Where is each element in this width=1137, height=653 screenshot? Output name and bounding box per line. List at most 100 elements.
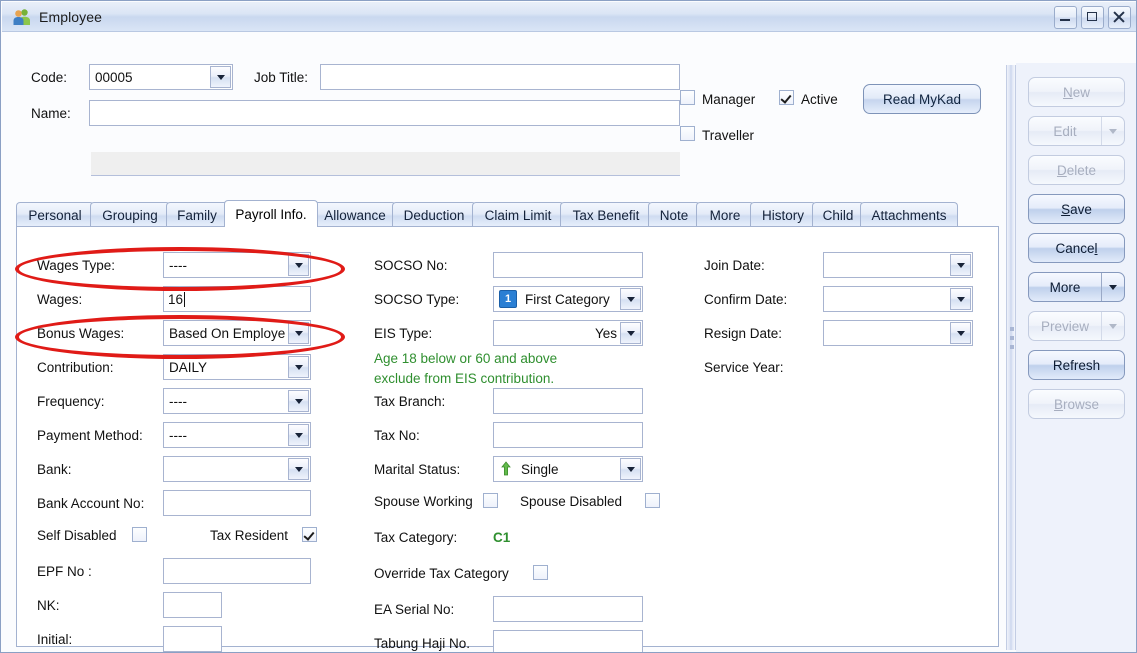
chevron-down-icon[interactable]: [288, 458, 309, 480]
preview-button[interactable]: Preview: [1028, 311, 1125, 341]
tax-resident-checkbox[interactable]: [302, 527, 317, 542]
chevron-down-icon[interactable]: [210, 66, 231, 88]
chevron-down-icon[interactable]: [288, 424, 309, 446]
new-button[interactable]: New: [1028, 77, 1125, 107]
contribution-value: DAILY: [169, 360, 288, 375]
wages-input[interactable]: 16: [163, 286, 311, 312]
tab-allowance[interactable]: Allowance: [314, 202, 396, 227]
active-label: Active: [801, 92, 838, 107]
wages-type-combo[interactable]: ----: [163, 252, 311, 278]
traveller-label: Traveller: [702, 128, 754, 143]
initial-label: Initial:: [37, 632, 72, 647]
tab-deduction[interactable]: Deduction: [392, 202, 476, 227]
contribution-combo[interactable]: DAILY: [163, 354, 311, 380]
frequency-label: Frequency:: [37, 394, 105, 409]
marital-status-combo[interactable]: Single: [493, 456, 643, 482]
chevron-down-icon[interactable]: [620, 322, 641, 344]
initial-input[interactable]: [163, 626, 222, 652]
self-disabled-checkbox[interactable]: [132, 527, 147, 542]
tab-attachments[interactable]: Attachments: [860, 202, 958, 227]
active-checkbox[interactable]: [779, 90, 794, 105]
manager-checkbox[interactable]: [680, 90, 695, 105]
wages-type-label: Wages Type:: [37, 258, 115, 273]
ea-serial-input[interactable]: [493, 596, 643, 622]
payment-method-combo[interactable]: ----: [163, 422, 311, 448]
refresh-button[interactable]: Refresh: [1028, 350, 1125, 380]
job-title-input[interactable]: [320, 64, 680, 90]
eis-type-value: Yes: [499, 326, 620, 341]
tab-more[interactable]: More: [696, 202, 754, 227]
edit-button-label: Edit: [1029, 117, 1101, 145]
window-content: Code: 00005 Job Title: Name: Manager Act…: [2, 32, 1137, 653]
tax-no-label: Tax No:: [374, 428, 420, 443]
resign-date-picker[interactable]: [823, 320, 973, 346]
override-tax-category-checkbox[interactable]: [533, 565, 548, 580]
tabung-haji-input[interactable]: [493, 630, 643, 653]
close-icon[interactable]: [1108, 6, 1131, 29]
chevron-down-icon[interactable]: [1101, 117, 1124, 145]
edit-button[interactable]: Edit: [1028, 116, 1125, 146]
code-combo[interactable]: 00005: [89, 64, 233, 90]
confirm-date-picker[interactable]: [823, 286, 973, 312]
read-mykad-button[interactable]: Read MyKad: [863, 84, 981, 114]
spouse-working-checkbox[interactable]: [483, 493, 498, 508]
confirm-date-label: Confirm Date:: [704, 292, 787, 307]
tab-note[interactable]: Note: [648, 202, 700, 227]
wages-value: 16: [168, 292, 183, 307]
chevron-down-icon[interactable]: [1101, 312, 1124, 340]
cancel-button[interactable]: Cancel: [1028, 233, 1125, 263]
eis-type-combo[interactable]: Yes: [493, 320, 643, 346]
chevron-down-icon[interactable]: [950, 322, 971, 344]
chevron-down-icon[interactable]: [1101, 273, 1124, 301]
payment-method-label: Payment Method:: [37, 428, 143, 443]
chevron-down-icon[interactable]: [288, 322, 309, 344]
chevron-down-icon[interactable]: [620, 288, 641, 310]
bank-account-input[interactable]: [163, 490, 311, 516]
socso-no-input[interactable]: [493, 252, 643, 278]
name-input[interactable]: [89, 100, 680, 126]
tab-claim-limit[interactable]: Claim Limit: [472, 202, 564, 227]
delete-button[interactable]: Delete: [1028, 155, 1125, 185]
bonus-wages-combo[interactable]: Based On Employe: [163, 320, 311, 346]
maximize-icon[interactable]: [1081, 6, 1104, 29]
code-value: 00005: [95, 70, 210, 85]
service-year-label: Service Year:: [704, 360, 784, 375]
panel-splitter[interactable]: [1006, 65, 1016, 650]
chevron-down-icon[interactable]: [620, 458, 641, 480]
read-mykad-label: Read MyKad: [883, 92, 961, 107]
chevron-down-icon[interactable]: [950, 288, 971, 310]
tab-tax-benefit[interactable]: Tax Benefit: [560, 202, 652, 227]
chevron-down-icon[interactable]: [288, 390, 309, 412]
frequency-combo[interactable]: ----: [163, 388, 311, 414]
tax-branch-input[interactable]: [493, 388, 643, 414]
chevron-down-icon[interactable]: [288, 254, 309, 276]
tax-no-input[interactable]: [493, 422, 643, 448]
nk-input[interactable]: [163, 592, 222, 618]
wages-label: Wages:: [37, 292, 82, 307]
tab-personal[interactable]: Personal: [16, 202, 94, 227]
minimize-icon[interactable]: [1054, 6, 1077, 29]
save-button[interactable]: Save: [1028, 194, 1125, 224]
more-button[interactable]: More: [1028, 272, 1125, 302]
chevron-down-icon[interactable]: [950, 254, 971, 276]
browse-button[interactable]: Browse: [1028, 389, 1125, 419]
epf-no-label: EPF No :: [37, 564, 92, 579]
chevron-down-icon[interactable]: [288, 356, 309, 378]
category-one-icon: 1: [499, 290, 517, 308]
socso-type-combo[interactable]: 1 First Category: [493, 286, 643, 312]
tab-grouping[interactable]: Grouping: [90, 202, 170, 227]
code-label: Code:: [31, 70, 67, 85]
override-tax-category-label: Override Tax Category: [374, 566, 509, 581]
epf-no-input[interactable]: [163, 558, 311, 584]
socso-no-label: SOCSO No:: [374, 258, 448, 273]
tab-history[interactable]: History: [750, 202, 816, 227]
frequency-value: ----: [169, 394, 288, 409]
tab-payroll-info[interactable]: Payroll Info.: [224, 200, 318, 227]
join-date-picker[interactable]: [823, 252, 973, 278]
wages-type-value: ----: [169, 258, 288, 273]
bank-combo[interactable]: [163, 456, 311, 482]
traveller-checkbox[interactable]: [680, 126, 695, 141]
spouse-disabled-checkbox[interactable]: [645, 493, 660, 508]
tab-child[interactable]: Child: [812, 202, 864, 227]
tab-family[interactable]: Family: [166, 202, 228, 227]
